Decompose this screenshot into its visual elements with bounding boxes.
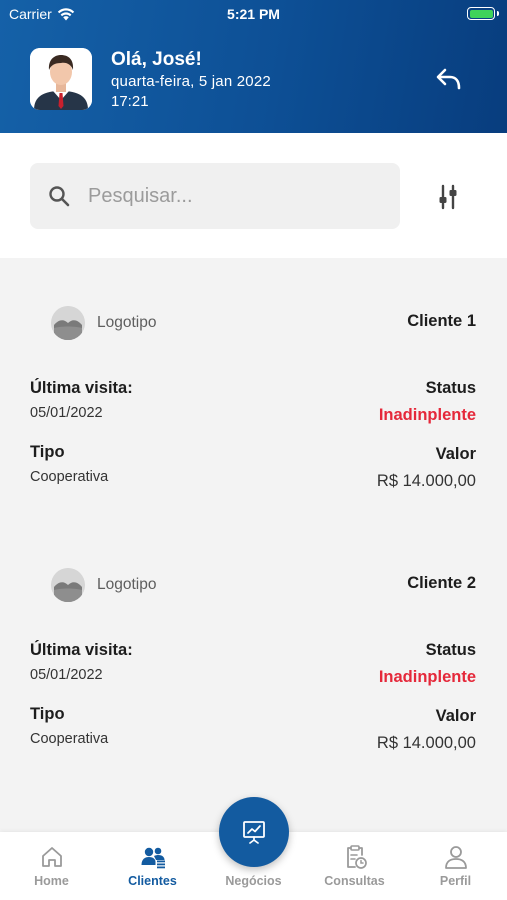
tab-label: Clientes	[128, 874, 177, 888]
last-visit-value: 05/01/2022	[30, 405, 103, 421]
greeting-date: quarta-feira, 5 jan 2022	[111, 73, 271, 90]
tab-label: Negócios	[225, 874, 282, 888]
logo-label: Logotipo	[97, 314, 157, 331]
tab-label: Consultas	[324, 874, 385, 888]
type-value: Cooperativa	[30, 731, 109, 747]
filter-button[interactable]	[434, 183, 462, 211]
greeting-time: 17:21	[111, 93, 149, 110]
client-logo: Logotipo	[51, 568, 156, 602]
status-value: Inadinplente	[378, 406, 476, 424]
last-visit-label: Última visita:	[30, 379, 133, 397]
search-section	[0, 133, 507, 258]
app-header: Carrier 5:21 PM Olá, José! quarta-feira,…	[0, 0, 507, 133]
type-label: Tipo	[30, 705, 65, 723]
clipboard-clock-icon	[347, 845, 367, 869]
undo-arrow-icon	[436, 68, 461, 90]
presentation-icon	[243, 821, 265, 844]
last-visit-label: Última visita:	[30, 641, 133, 659]
tab-label: Home	[34, 874, 69, 888]
tab-label: Perfil	[439, 874, 472, 888]
greeting-block: Olá, José! quarta-feira, 5 jan 2022 17:2…	[111, 49, 271, 110]
status-value: Inadinplente	[378, 668, 476, 686]
search-input[interactable]	[88, 163, 388, 229]
tab-consultas[interactable]: Consultas	[304, 832, 405, 900]
status-label: Status	[425, 641, 476, 659]
client-card[interactable]: Logotipo Cliente 2 Última visita: 05/01/…	[0, 520, 507, 782]
status-bar: Carrier 5:21 PM	[0, 0, 507, 28]
value-amount: R$ 14.000,00	[376, 734, 476, 752]
battery-icon	[467, 7, 499, 20]
client-card[interactable]: Logotipo Cliente 1 Última visita: 05/01/…	[0, 258, 507, 520]
tab-clientes[interactable]: Clientes	[102, 832, 203, 900]
status-label: Status	[425, 379, 476, 397]
back-button[interactable]	[430, 64, 466, 94]
last-visit-value: 05/01/2022	[30, 667, 103, 683]
greeting-title: Olá, José!	[111, 49, 202, 70]
value-label: Valor	[435, 707, 476, 725]
home-icon	[42, 847, 62, 867]
sliders-icon	[439, 184, 457, 210]
logo-placeholder-icon	[51, 568, 85, 602]
clients-icon	[141, 847, 165, 869]
avatar[interactable]	[30, 48, 92, 110]
search-icon	[49, 186, 70, 207]
tab-perfil[interactable]: Perfil	[405, 832, 506, 900]
logo-label: Logotipo	[97, 576, 157, 593]
logo-placeholder-icon	[51, 306, 85, 340]
value-label: Valor	[435, 445, 476, 463]
type-label: Tipo	[30, 443, 65, 461]
status-time: 5:21 PM	[227, 6, 280, 22]
search-box[interactable]	[30, 163, 400, 229]
value-amount: R$ 14.000,00	[376, 472, 476, 490]
client-name: Cliente 1	[407, 312, 476, 330]
tab-home[interactable]: Home	[1, 832, 102, 900]
user-icon	[445, 846, 467, 869]
negocios-fab-button[interactable]	[219, 797, 289, 867]
type-value: Cooperativa	[30, 469, 109, 485]
client-logo: Logotipo	[51, 306, 156, 340]
user-avatar-image	[30, 48, 92, 110]
client-name: Cliente 2	[407, 574, 476, 592]
